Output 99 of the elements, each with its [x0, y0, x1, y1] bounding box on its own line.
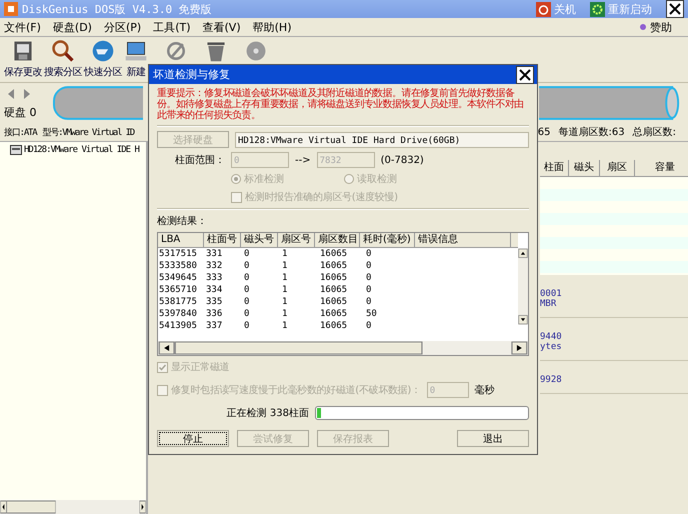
table-cell-text: 1	[281, 284, 288, 296]
table-cell-text: 0	[365, 260, 372, 272]
table-cell-text: 333	[205, 272, 224, 284]
table-cell-text: 16065	[319, 248, 348, 260]
table-cell-text: 1	[281, 272, 288, 284]
disk-label: 硬盘 0	[4, 104, 38, 120]
table-cell-text: 0	[243, 248, 250, 260]
column-header[interactable]: 扇区数目	[315, 233, 360, 247]
app-logo-icon	[4, 2, 18, 16]
table-cell-text: 0	[365, 284, 372, 296]
table-cell-text: 1	[281, 308, 288, 320]
column-header[interactable]: 扇区号	[278, 233, 315, 247]
globe-icon	[91, 39, 115, 63]
dialog-button[interactable]: 停止	[157, 430, 229, 447]
dialog-button[interactable]: 退出	[457, 430, 529, 447]
table-cell-text: 16065	[319, 272, 348, 284]
table-cell-text: 16065	[319, 284, 348, 296]
table-cell-text: 0	[243, 284, 250, 296]
table-cell-text: 16065	[319, 260, 348, 272]
table-cell-text: 0	[365, 248, 372, 260]
detail-text: MBR	[540, 299, 558, 309]
table-cell-text: 337	[205, 320, 224, 332]
window-title: DiskGenius DOS版 V4.3.0 免费版	[22, 2, 213, 16]
table-cell-text: 0	[243, 260, 250, 272]
table-cell-text: 0	[243, 308, 250, 320]
dialog-title: 坏道检测与修复	[153, 67, 231, 82]
computer-icon	[124, 39, 148, 63]
menu-item[interactable]: 文件(F)	[4, 20, 41, 34]
column-header[interactable]: 耗时(毫秒)	[360, 233, 415, 247]
table-cell-text: 1	[281, 296, 288, 308]
detail-text: 9440	[540, 332, 563, 342]
menu-item[interactable]: 分区(P)	[104, 20, 142, 34]
table-cell-text: 50	[365, 308, 378, 320]
disc-icon	[244, 39, 268, 63]
close-button[interactable]	[516, 66, 534, 84]
disk-info-text: 接口:ATA	[4, 126, 36, 138]
column-header[interactable]: 错误信息	[415, 233, 511, 247]
range-hint: (0-7832)	[380, 154, 424, 166]
column-header[interactable]: 磁头号	[241, 233, 278, 247]
detail-text: 0001	[540, 289, 563, 299]
column-header[interactable]: LBA	[158, 233, 204, 247]
scrollbar[interactable]	[158, 341, 528, 355]
table-cell-text: 331	[205, 248, 224, 260]
table-cell-text: 5333580	[158, 260, 198, 272]
toolbar-button[interactable]: 保存更改	[4, 39, 42, 79]
menu-item[interactable]: 工具(T)	[153, 20, 191, 34]
detail-text: 9928	[540, 375, 563, 385]
search-icon	[51, 39, 75, 63]
restart-icon	[590, 2, 605, 16]
table-header: 柱面 磁头 扇区 容量	[540, 160, 688, 177]
table-cell-text: 1	[281, 320, 288, 332]
table-cell-text: 5317515	[158, 248, 198, 260]
tree-item[interactable]: HD128:VMware Virtual IDE H	[0, 142, 146, 155]
column-header[interactable]: 柱面号	[204, 233, 241, 247]
detail-text: ytes	[540, 342, 563, 352]
table-cell-text: 334	[205, 284, 224, 296]
table-cell-text: 0	[365, 320, 372, 332]
table-cell-text: 16065	[319, 308, 348, 320]
table-cell-text: 0	[365, 272, 372, 284]
menu-item[interactable]: 查看(V)	[202, 20, 241, 34]
table-cell-text: 0	[365, 296, 372, 308]
table-cell-text: 336	[205, 308, 224, 320]
table-cell-text: 5413905	[158, 320, 198, 332]
range-label: 柱面范围：	[175, 154, 225, 167]
dot-icon	[640, 24, 646, 30]
disk-field: HD128:VMware Virtual IDE Hard Drive(60GB)	[235, 132, 529, 148]
power-icon	[536, 2, 551, 16]
scrollbar[interactable]	[0, 500, 146, 514]
disk-info-text: 65	[538, 126, 551, 138]
menu-item[interactable]: 硬盘(D)	[52, 20, 92, 34]
table-cell-text: 1	[281, 248, 288, 260]
table-cell-text: 5397840	[158, 308, 198, 320]
progress-label: 正在检测 338柱面	[226, 406, 309, 420]
arrow-text: -->	[295, 154, 311, 166]
prohibited-icon	[164, 39, 188, 63]
disk-info-text: 型号:VMware Virtual ID	[42, 126, 134, 138]
table-cell-text: 5365710	[158, 284, 198, 296]
table-cell-text: 0	[243, 296, 250, 308]
table-cell-text: 335	[205, 296, 224, 308]
table-cell-text: 332	[205, 260, 224, 272]
warning-text: 重要提示：修复坏磁道会破坏坏磁道及其附近磁道的数据。请在修复前首先做好数据备份。如待修复磁盘上存有重要数据，请将磁盘送到专业数据恢复人员处理。本软件不对由此带来的任何损失负责。	[157, 88, 525, 121]
table-cell-text: 1	[281, 260, 288, 272]
toolbar-button[interactable]	[164, 39, 188, 63]
toolbar-button[interactable]: 新建	[124, 39, 148, 79]
table-cell-text: 5381775	[158, 296, 198, 308]
table-cell-text: 16065	[319, 320, 348, 332]
disk-info-text: 总扇区数:	[632, 126, 676, 139]
results-label: 检测结果：	[157, 214, 208, 228]
disk-info-text: 每道扇区数:63	[558, 126, 625, 139]
sponsor-link[interactable]: 赞助	[640, 20, 672, 34]
toolbar-button[interactable]: 快速分区	[84, 39, 122, 79]
unit-label: 毫秒	[474, 384, 495, 397]
menu-item[interactable]: 帮助(H)	[252, 20, 292, 34]
table-cell-text: 5349645	[158, 272, 198, 284]
table-cell-text: 0	[243, 320, 250, 332]
close-button[interactable]	[666, 0, 684, 18]
table-cell-text: 0	[243, 272, 250, 284]
toolbar-button[interactable]: 搜索分区	[44, 39, 82, 79]
table-cell-text: 16065	[319, 296, 348, 308]
